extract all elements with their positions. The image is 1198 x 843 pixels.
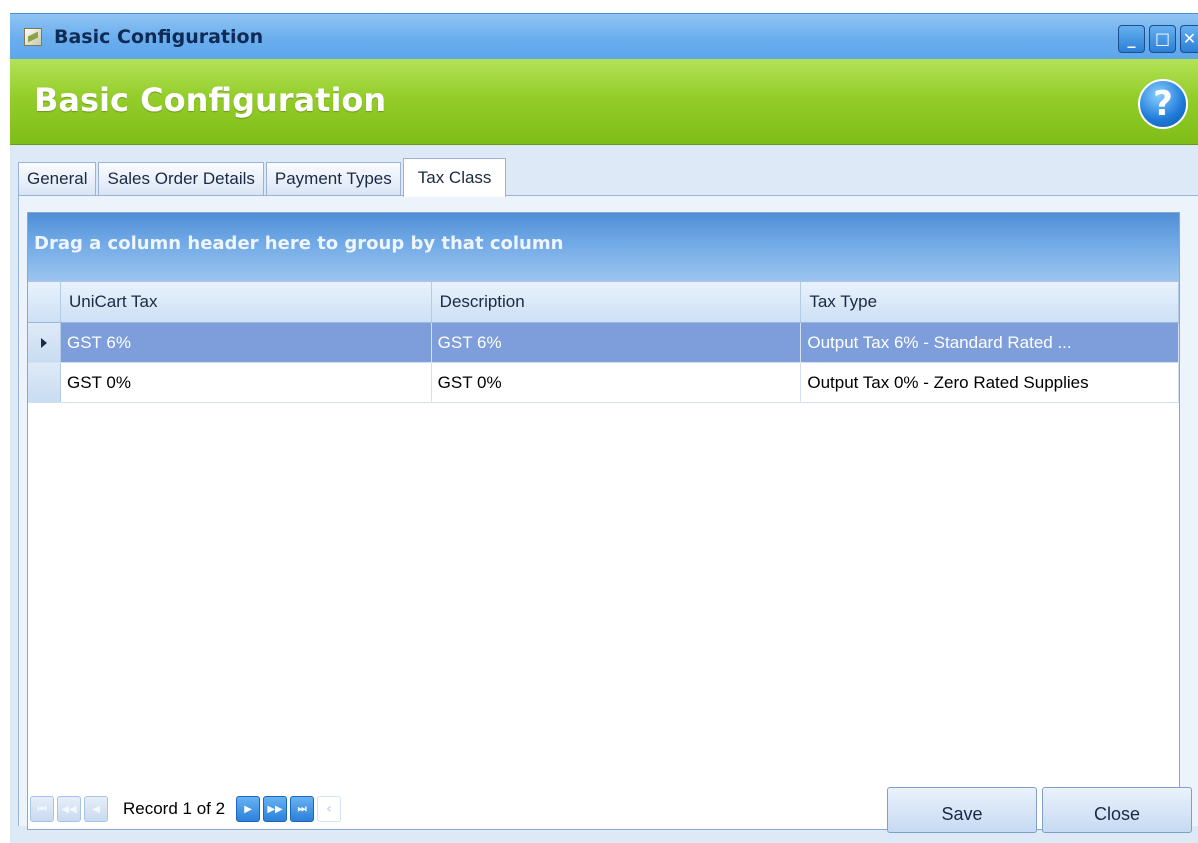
group-by-panel[interactable]: Drag a column header here to group by th… bbox=[28, 213, 1179, 281]
tab-general[interactable]: General bbox=[18, 162, 97, 195]
next-record-icon[interactable]: ▶ bbox=[236, 796, 261, 822]
current-row-arrow-icon bbox=[41, 337, 47, 348]
scroll-left-icon[interactable]: ‹ bbox=[317, 796, 342, 822]
cell-unicart-tax[interactable]: GST 6% bbox=[61, 323, 432, 362]
grid-rows: GST 6% GST 6% Output Tax 6% - Standard R… bbox=[28, 323, 1179, 403]
record-counter: Record 1 of 2 bbox=[123, 799, 226, 818]
save-button[interactable]: Save bbox=[887, 787, 1037, 833]
tab-strip: General Sales Order Details Payment Type… bbox=[18, 158, 508, 197]
tab-sales-order-details[interactable]: Sales Order Details bbox=[98, 162, 264, 195]
tab-payment-types[interactable]: Payment Types bbox=[265, 162, 401, 195]
window-controls: _ □ ✕ bbox=[1118, 25, 1198, 53]
page-title: Basic Configuration bbox=[34, 81, 387, 119]
tab-tax-class[interactable]: Tax Class bbox=[402, 158, 507, 197]
next-page-icon[interactable]: ▶▶ bbox=[263, 796, 288, 822]
minimize-button[interactable]: _ bbox=[1118, 25, 1145, 53]
maximize-button[interactable]: □ bbox=[1149, 25, 1176, 53]
cell-description[interactable]: GST 0% bbox=[432, 363, 802, 402]
table-row[interactable]: GST 0% GST 0% Output Tax 0% - Zero Rated… bbox=[28, 363, 1179, 403]
column-header-tax-type[interactable]: Tax Type bbox=[801, 282, 1179, 322]
row-indicator bbox=[28, 323, 61, 362]
close-window-button[interactable]: ✕ bbox=[1180, 25, 1198, 53]
table-row[interactable]: GST 6% GST 6% Output Tax 6% - Standard R… bbox=[28, 323, 1179, 363]
tax-class-grid: Drag a column header here to group by th… bbox=[27, 212, 1180, 830]
previous-record-icon[interactable]: ◀ bbox=[84, 796, 108, 822]
record-navigator: ⏮ ◀◀ ◀ Record 1 of 2 ▶ ▶▶ ⏭ ‹ bbox=[30, 792, 342, 826]
help-icon[interactable]: ? bbox=[1138, 79, 1188, 129]
row-indicator bbox=[28, 363, 61, 402]
column-header-description[interactable]: Description bbox=[432, 282, 802, 322]
cell-tax-type[interactable]: Output Tax 0% - Zero Rated Supplies bbox=[801, 363, 1179, 402]
column-header-row: UniCart Tax Description Tax Type bbox=[28, 281, 1179, 323]
close-button[interactable]: Close bbox=[1042, 787, 1192, 833]
previous-page-icon[interactable]: ◀◀ bbox=[57, 796, 81, 822]
first-page-icon[interactable]: ⏮ bbox=[30, 796, 54, 822]
cell-description[interactable]: GST 6% bbox=[431, 323, 802, 362]
window-titlebar: Basic Configuration _ □ ✕ bbox=[10, 13, 1198, 59]
column-header-unicart-tax[interactable]: UniCart Tax bbox=[61, 282, 432, 322]
page-header: Basic Configuration ? bbox=[10, 59, 1198, 145]
cell-tax-type[interactable]: Output Tax 6% - Standard Rated ... bbox=[801, 323, 1179, 362]
header-indicator-cell bbox=[28, 282, 61, 322]
cell-unicart-tax[interactable]: GST 0% bbox=[61, 363, 432, 402]
last-record-icon[interactable]: ⏭ bbox=[290, 796, 315, 822]
app-icon bbox=[24, 27, 42, 46]
window-title: Basic Configuration bbox=[54, 25, 264, 48]
